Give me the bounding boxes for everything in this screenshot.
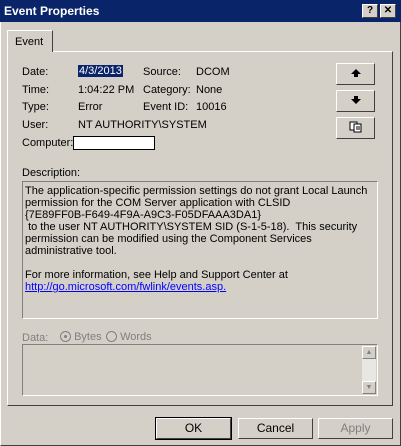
computer-label: Computer: — [22, 137, 74, 149]
words-label: Words — [120, 331, 152, 343]
computer-field[interactable] — [73, 136, 155, 150]
window-title: Event Properties — [4, 4, 100, 18]
date-value[interactable]: 4/3/2013 — [78, 65, 123, 77]
date-label: Date: — [22, 66, 49, 78]
help-link[interactable]: http://go.microsoft.com/fwlink/events.as… — [25, 281, 226, 293]
tab-event[interactable]: Event — [7, 30, 53, 52]
user-value[interactable]: NT AUTHORITY\SYSTEM — [78, 119, 207, 131]
type-value[interactable]: Error — [78, 101, 102, 113]
source-value[interactable]: DCOM — [196, 66, 230, 78]
ok-button[interactable]: OK — [155, 417, 232, 440]
scroll-down-icon[interactable]: ▼ — [362, 381, 376, 394]
data-label: Data: — [22, 332, 49, 344]
time-label: Time: — [22, 84, 50, 96]
copy-button[interactable] — [336, 117, 375, 139]
type-label: Type: — [22, 101, 49, 113]
source-label: Source: — [143, 66, 181, 78]
description-text: The application-specific permission sett… — [25, 185, 368, 281]
time-value[interactable]: 1:04:22 PM — [78, 84, 134, 96]
data-scrollbar[interactable]: ▲ ▼ — [362, 346, 376, 394]
category-value[interactable]: None — [196, 84, 222, 96]
scroll-up-icon[interactable]: ▲ — [362, 346, 376, 359]
description-text-area[interactable]: The application-specific permission sett… — [22, 181, 378, 319]
bytes-option[interactable]: Bytes — [60, 331, 102, 343]
title-bar[interactable]: Event Properties ? ✕ — [0, 0, 401, 22]
bytes-label: Bytes — [74, 331, 102, 343]
previous-event-button[interactable] — [336, 63, 375, 85]
data-area[interactable] — [22, 344, 378, 396]
event-id-value[interactable]: 10016 — [196, 101, 227, 113]
words-radio[interactable] — [106, 331, 117, 342]
description-label: Description: — [22, 167, 81, 179]
words-option[interactable]: Words — [106, 331, 152, 343]
user-label: User: — [22, 119, 49, 131]
down-arrow-icon — [350, 96, 361, 104]
event-id-label: Event ID: — [143, 101, 189, 113]
bytes-radio[interactable] — [60, 331, 71, 342]
close-button[interactable]: ✕ — [380, 4, 396, 18]
next-event-button[interactable] — [336, 90, 375, 112]
up-arrow-icon — [350, 69, 361, 77]
copy-icon — [349, 121, 361, 133]
help-button[interactable]: ? — [362, 4, 378, 18]
cancel-button[interactable]: Cancel — [238, 418, 313, 439]
apply-button[interactable]: Apply — [318, 418, 393, 439]
category-label: Category: — [143, 84, 191, 96]
